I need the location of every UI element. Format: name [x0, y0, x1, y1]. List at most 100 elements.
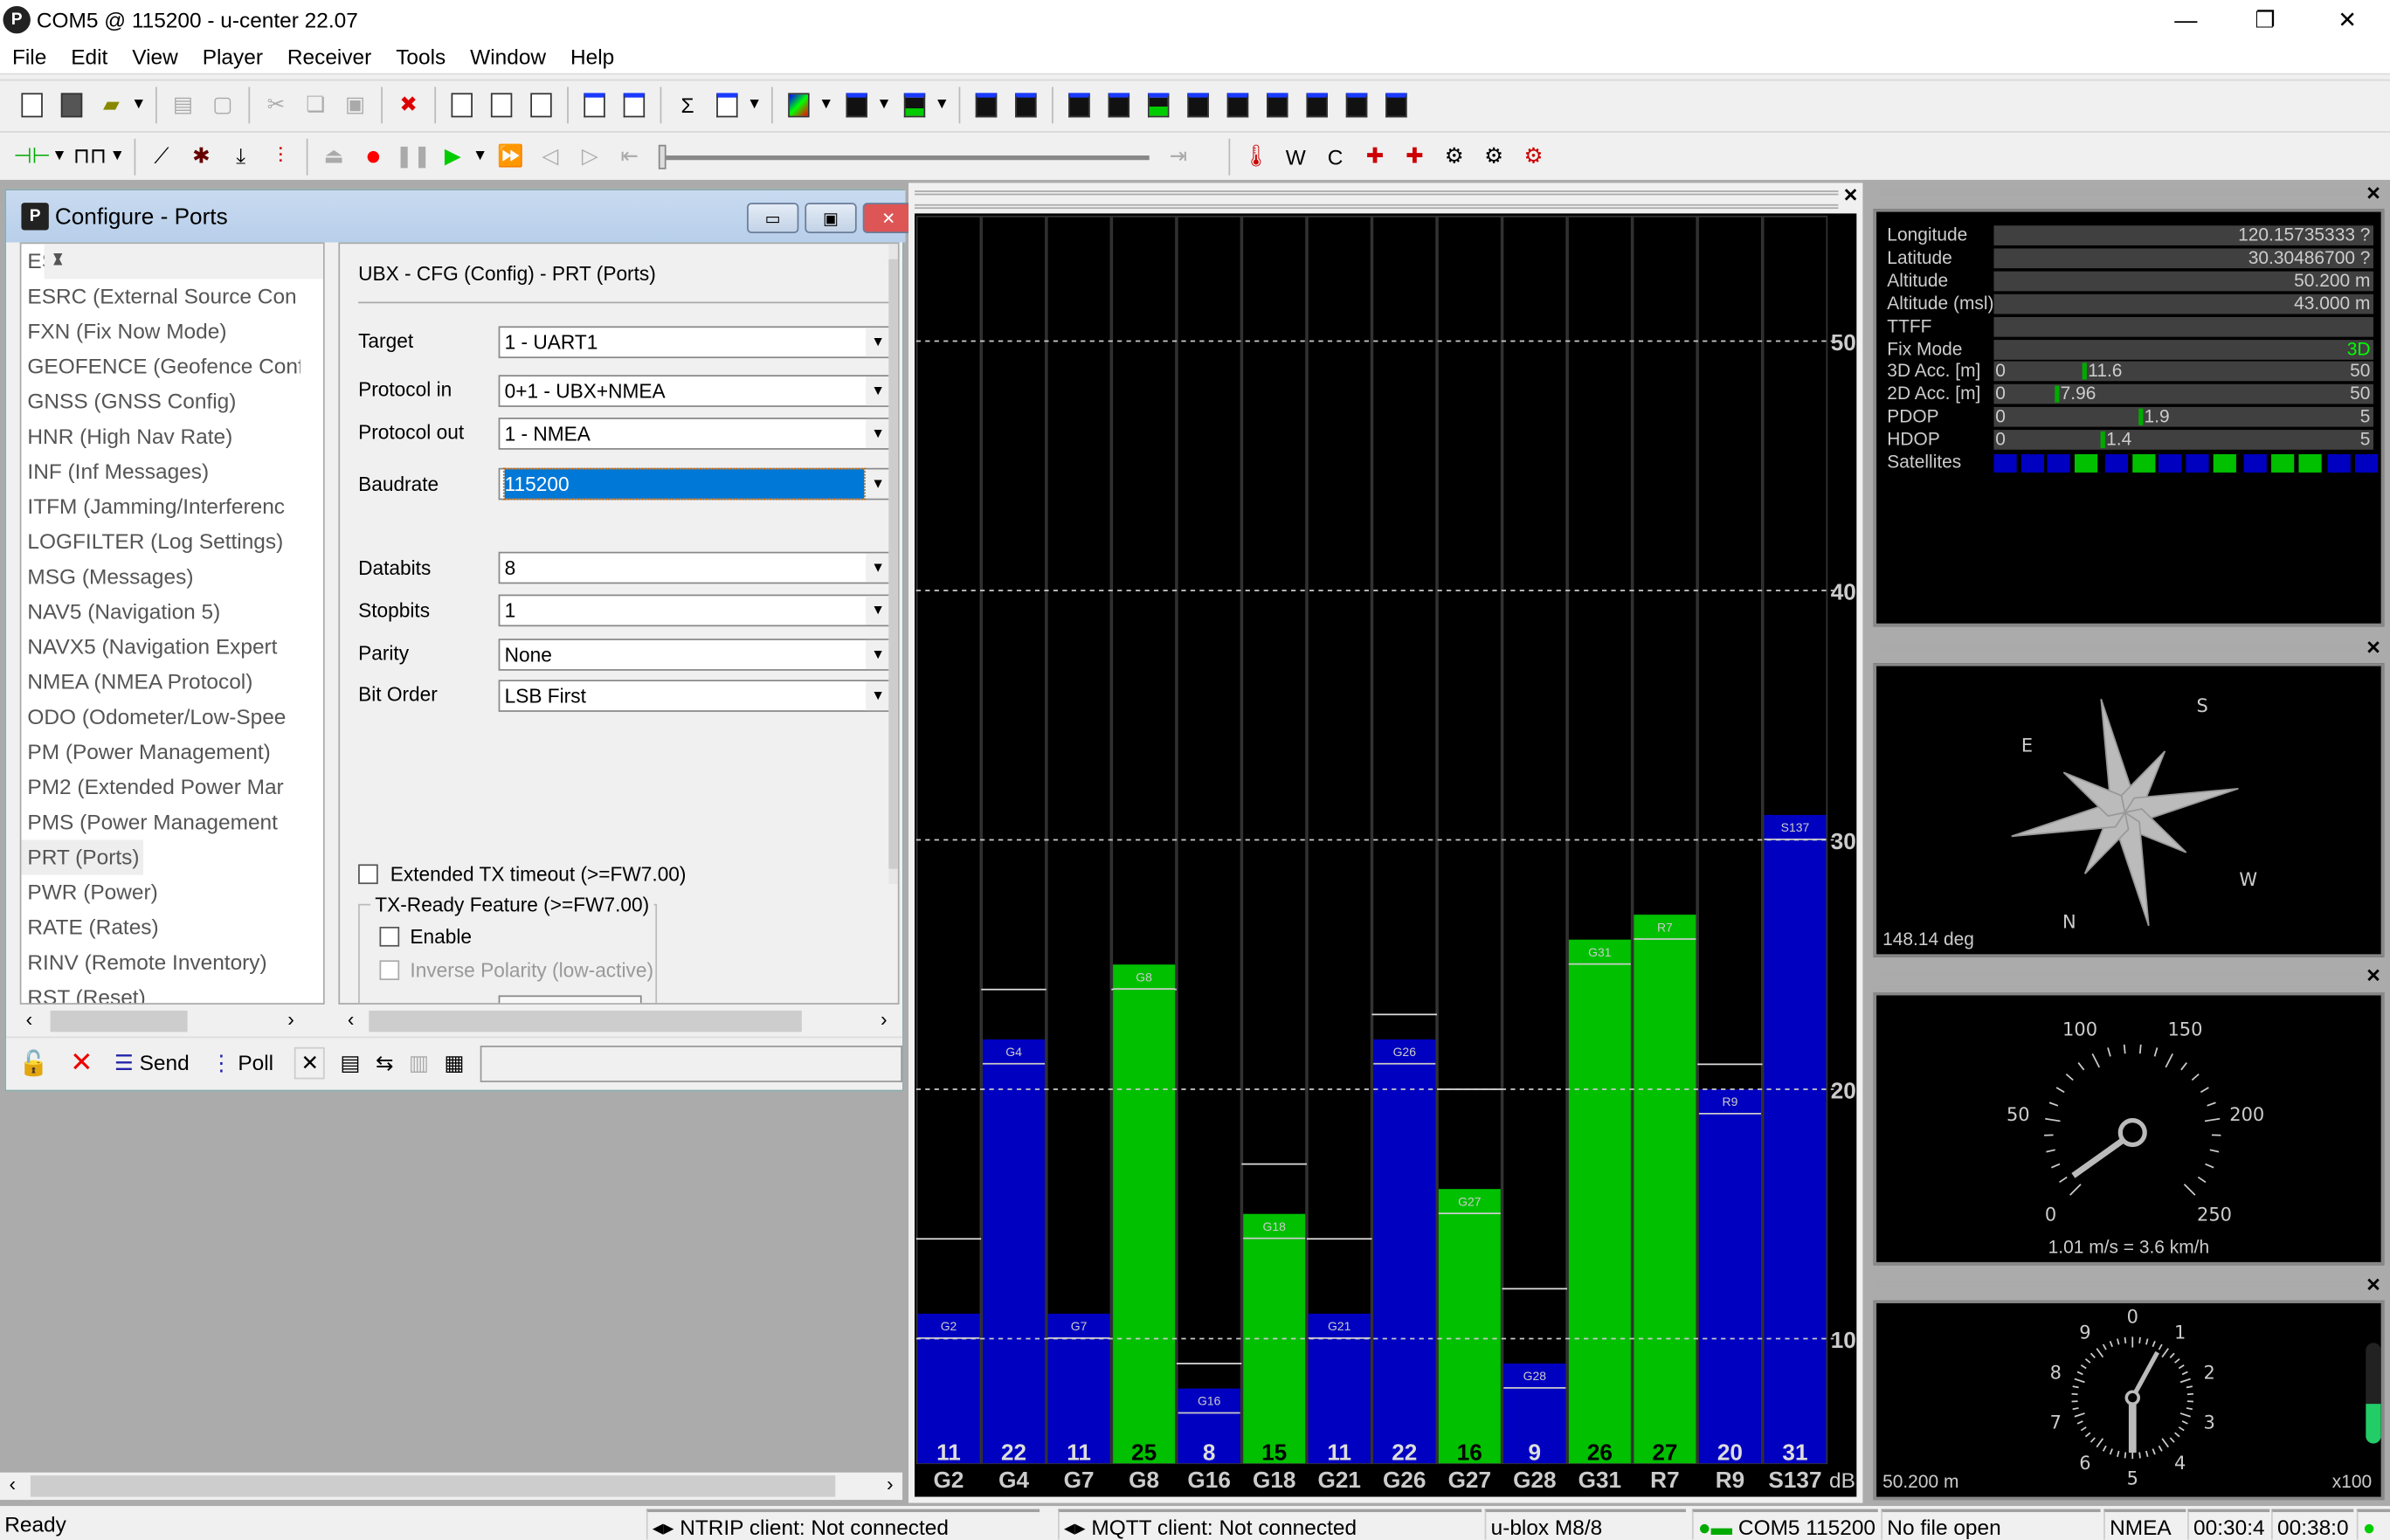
send-button[interactable]: ☰ Send — [114, 1050, 190, 1076]
config-list-item[interactable]: PM2 (Extended Power Mar — [21, 770, 300, 805]
new-file-icon[interactable] — [15, 87, 48, 121]
debug-bug-icon[interactable]: ✱ — [184, 140, 218, 173]
binary-console-icon[interactable] — [618, 87, 651, 121]
hot-start-icon[interactable]: 🌡 — [1240, 140, 1273, 173]
clock-icon[interactable] — [1340, 87, 1373, 121]
menu-view[interactable]: View — [120, 45, 190, 69]
record-icon[interactable]: ● — [356, 140, 390, 173]
gear-icon[interactable]: ⚙ — [1477, 140, 1510, 173]
tx-ready-enable-checkbox[interactable] — [379, 926, 400, 947]
gnss-reset-icon[interactable]: ✚ — [1358, 140, 1392, 173]
chevron-down-icon[interactable]: ▼ — [747, 96, 765, 113]
chevron-down-icon[interactable]: ▼ — [935, 96, 953, 113]
form-horizontal-scrollbar[interactable]: ‹ › — [338, 1007, 900, 1035]
config-list-item[interactable]: GNSS (GNSS Config) — [21, 384, 300, 419]
warm-start-icon[interactable]: W — [1279, 140, 1312, 173]
poll-button[interactable]: ⋮ Poll — [211, 1050, 273, 1076]
panel-grip[interactable] — [1875, 1281, 2363, 1301]
chevron-down-icon[interactable]: ▼ — [819, 96, 837, 113]
chevron-down-icon[interactable]: ▼ — [131, 96, 149, 113]
compass-icon[interactable] — [1261, 87, 1294, 121]
text-console-icon[interactable] — [1221, 87, 1254, 121]
list-vertical-scrollbar[interactable]: ▲ ▼ — [44, 244, 323, 280]
cancel-icon[interactable]: ✕ — [70, 1047, 93, 1080]
menu-player[interactable]: Player — [190, 45, 275, 69]
form-vertical-scrollbar[interactable] — [888, 244, 898, 885]
config-list-item[interactable]: PM (Power Management) — [21, 735, 300, 770]
packet-console-icon[interactable] — [577, 87, 611, 121]
config-list-item[interactable]: RST (Reset) — [21, 980, 300, 1003]
ntrip-status[interactable]: ◂▸ NTRIP client: Not connected — [646, 1509, 1040, 1540]
print-icon[interactable]: ▤ — [166, 87, 199, 121]
close-icon[interactable]: ✕ — [1843, 184, 1859, 205]
cold-start-icon[interactable]: C — [1318, 140, 1351, 173]
device-icon[interactable]: ▦ — [444, 1050, 464, 1076]
menu-tools[interactable]: Tools — [383, 45, 458, 69]
panel-grip[interactable] — [1875, 190, 2363, 210]
scroll-left-icon[interactable]: ‹ — [9, 1473, 16, 1495]
statistics-icon[interactable]: Σ — [671, 87, 704, 121]
lock-icon[interactable]: 🔓 — [18, 1048, 49, 1079]
port-status[interactable]: ●▬ COM5 115200 — [1691, 1509, 1878, 1540]
delete-icon[interactable]: ✖ — [391, 87, 425, 121]
protocol-in-select[interactable]: 0+1 - UBX+NMEA ▼ — [498, 375, 892, 407]
config-list-item[interactable]: PRT (Ports) — [21, 839, 144, 875]
config-list-item[interactable]: RATE (Rates) — [21, 910, 300, 945]
download-icon[interactable]: ⤓ — [224, 140, 258, 173]
config-list-item[interactable]: NAV5 (Navigation 5) — [21, 595, 300, 630]
close-button[interactable]: ✕ — [2308, 0, 2387, 39]
parity-select[interactable]: None ▼ — [498, 639, 892, 671]
extended-tx-checkbox[interactable] — [358, 864, 378, 885]
save-icon[interactable] — [55, 87, 88, 121]
config-icon[interactable] — [1379, 87, 1413, 121]
bar-G31[interactable] — [1568, 939, 1631, 1464]
go-to-end-icon[interactable]: ⇥ — [1162, 140, 1195, 173]
gear-red-icon[interactable]: ⚙ — [1516, 140, 1550, 173]
satellite-icon[interactable] — [1300, 87, 1333, 121]
menu-window[interactable]: Window — [458, 45, 558, 69]
mqtt-status[interactable]: ◂▸ MQTT client: Not connected — [1058, 1509, 1482, 1540]
protocol-out-select[interactable]: 1 - NMEA ▼ — [498, 418, 892, 450]
rewind-icon[interactable]: ⇤ — [612, 140, 646, 173]
copy-icon[interactable]: ❏ — [299, 87, 332, 121]
scroll-thumb[interactable] — [30, 1475, 836, 1497]
bar-S137[interactable] — [1764, 814, 1827, 1464]
maximize-button[interactable]: ▣ — [805, 203, 857, 233]
step-back-icon[interactable]: ◁ — [534, 140, 567, 173]
mdi-horizontal-scrollbar[interactable]: ‹ › — [0, 1472, 903, 1501]
bit-order-select[interactable]: LSB First ▼ — [498, 680, 892, 712]
table-view-icon[interactable] — [710, 87, 743, 121]
histogram-icon[interactable] — [898, 87, 931, 121]
sky-view-icon[interactable] — [1009, 87, 1042, 121]
panel-grip[interactable] — [915, 190, 1839, 210]
fast-forward-icon[interactable]: ⏩ — [494, 140, 527, 173]
config-list-item[interactable]: RINV (Remote Inventory) — [21, 945, 300, 980]
eject-icon[interactable]: ⏏ — [317, 140, 350, 173]
target-select[interactable]: 1 - UART1 ▼ — [498, 326, 892, 359]
save-config-icon[interactable]: ▥ — [409, 1050, 429, 1076]
print-preview-icon[interactable]: ▢ — [206, 87, 239, 121]
signal-bars-icon[interactable] — [1142, 87, 1175, 121]
map-icon[interactable] — [782, 87, 815, 121]
compare-icon[interactable]: ⇆ — [376, 1050, 393, 1076]
stopbits-select[interactable]: 1 ▼ — [498, 594, 892, 627]
menu-help[interactable]: Help — [558, 45, 626, 69]
config-list-item[interactable]: ITFM (Jamming/Interferenc — [21, 489, 300, 524]
chevron-down-icon[interactable]: ▼ — [52, 148, 70, 164]
docs-icon[interactable] — [485, 87, 518, 121]
config-list-item[interactable]: ODO (Odometer/Low-Spee — [21, 700, 300, 735]
config-list-item[interactable]: LOGFILTER (Log Settings) — [21, 524, 300, 559]
menu-receiver[interactable]: Receiver — [275, 45, 383, 69]
sliders-icon[interactable]: ⫶ — [264, 140, 297, 173]
gnss-reset-2-icon[interactable]: ✚ — [1398, 140, 1431, 173]
bar-R9[interactable] — [1698, 1088, 1761, 1464]
bar-G26[interactable] — [1373, 1039, 1436, 1464]
sky-plot-icon[interactable] — [1181, 87, 1214, 121]
threshold-input[interactable] — [498, 995, 642, 1004]
baudrate-icon[interactable]: ⊓⊓ — [73, 140, 107, 173]
config-list-item[interactable]: GEOFENCE (Geofence Conf — [21, 349, 300, 384]
minimize-button[interactable]: — — [2146, 0, 2226, 39]
panel-grip[interactable] — [1875, 972, 2363, 991]
restore-button[interactable]: ❐ — [2226, 0, 2305, 39]
connection-icon[interactable]: ⊣⊢ — [13, 140, 51, 173]
